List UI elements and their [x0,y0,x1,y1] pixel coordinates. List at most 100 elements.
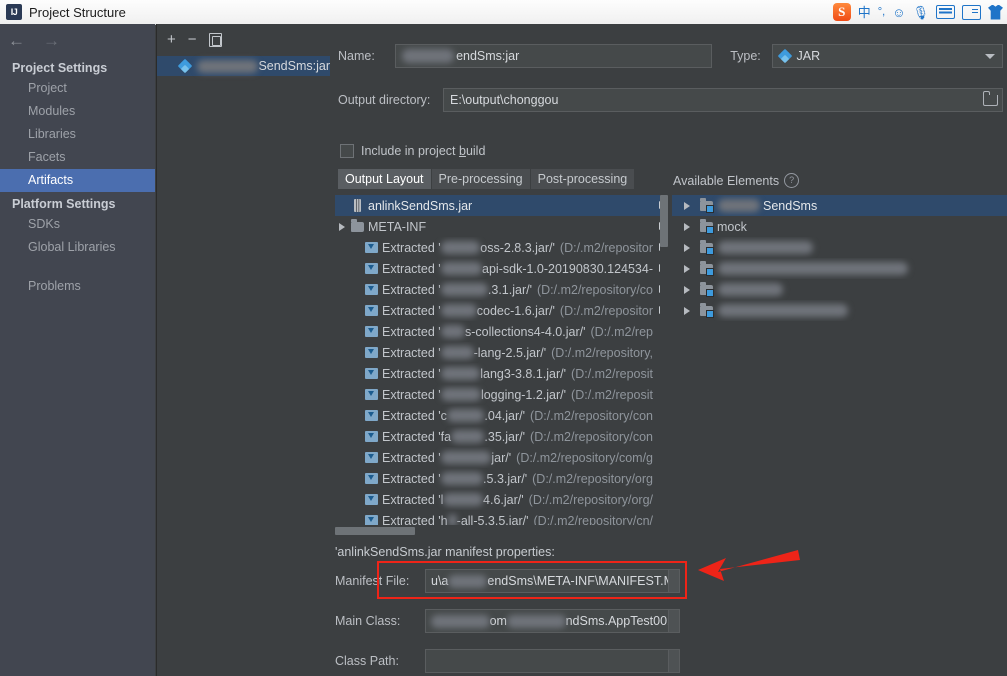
tree-row[interactable]: Extracted ' s-collections4-4.0.jar/' (D:/.… [335,321,667,342]
punctuation-mode-icon[interactable]: °, [878,6,885,18]
tree-row[interactable]: anlinkSendSms.jar [335,195,667,216]
module-folder-icon [698,281,714,297]
available-element-row[interactable] [672,279,1007,300]
sidebar-item-artifacts[interactable]: Artifacts [0,169,155,192]
available-element-row[interactable] [672,237,1007,258]
artifacts-list-panel: + − SendSms:jar [156,24,331,676]
include-in-project-build-row[interactable]: Include in project build [340,144,485,158]
expand-triangle-icon[interactable] [680,285,694,294]
artifact-name-input[interactable]: endSms:jar [395,44,713,68]
tree-row[interactable]: Extracted ' codec-1.6.jar/' (D:/.m2/reposi… [335,300,667,321]
tree-row[interactable]: Extracted 'l 4.6.jar/' (D:/.m2/repository/… [335,489,667,510]
sidebar-item-modules[interactable]: Modules [0,100,155,123]
available-elements-tree[interactable]: SendSms mock [672,195,1007,525]
sidebar-nav-buttons: ← → [0,24,155,56]
tree-row[interactable]: Extracted ' lang3-3.8.1.jar/' (D:/.m2/repo… [335,363,667,384]
sidebar-item-problems[interactable]: Problems [0,275,155,298]
extracted-icon [363,431,379,442]
scrollbar-thumb-horizontal[interactable] [335,527,415,535]
tree-row[interactable]: Extracted ' .5.3.jar/' (D:/.m2/repository/… [335,468,667,489]
tree-row-label: Extracted 'h [382,513,448,526]
list-item[interactable]: SendSms:jar [157,56,330,76]
output-layout-tree[interactable]: anlinkSendSms.jar META-INF Extracted ' oss-… [335,195,667,525]
redacted-text [451,430,485,443]
sidebar-divider [0,259,155,275]
available-element-row[interactable] [672,258,1007,279]
tree-row[interactable]: Extracted 'c .04.jar/' (D:/.m2/repository/… [335,405,667,426]
available-element-label: mock [717,219,747,234]
available-element-row[interactable]: mock [672,216,1007,237]
microphone-icon[interactable]: 🎙 [912,6,929,19]
tree-row-label: META-INF [368,219,427,234]
tab-pre-processing[interactable]: Pre-processing [431,169,531,189]
sidebar-item-facets[interactable]: Facets [0,146,155,169]
copy-artifact-button[interactable] [208,32,222,47]
output-tree-hscrollbar[interactable] [335,527,667,535]
redacted-text [443,493,484,506]
keyboard-icon[interactable] [936,5,955,19]
manifest-file-row: Manifest File: u\a endSms\META-INF\MANIF… [335,569,680,593]
add-artifact-button[interactable]: + [167,32,176,47]
manifest-properties-section: 'anlinkSendSms.jar manifest properties: … [330,537,1007,676]
main-class-input[interactable]: om ndSms.AppTest001 [425,609,680,633]
forward-button[interactable]: → [43,32,60,49]
main-class-browse-button[interactable] [668,610,679,632]
back-button[interactable]: ← [8,32,25,49]
redacted-text [718,304,848,317]
tab-post-processing[interactable]: Post-processing [530,169,636,189]
redacted-text [431,614,490,628]
tree-row[interactable]: Extracted ' logging-1.2.jar/' (D:/.m2/repo… [335,384,667,405]
output-tree-scrollbar[interactable] [660,195,668,525]
available-element-row[interactable]: SendSms [672,195,1007,216]
scrollbar-thumb[interactable] [660,195,668,247]
artifacts-toolbar: + − [157,24,330,51]
tree-row[interactable]: Extracted ' oss-2.8.3.jar/' (D:/.m2/reposi… [335,237,667,258]
tree-row-artifact: s-collections4-4.0.jar/' [464,324,586,339]
redacted-text [718,283,783,296]
available-element-row[interactable] [672,300,1007,321]
manifest-file-input[interactable]: u\a endSms\META-INF\MANIFEST.M [425,569,680,593]
tree-row[interactable]: Extracted ' jar/' (D:/.m2/repository/com/g [335,447,667,468]
sidebar-item-sdks[interactable]: SDKs [0,213,155,236]
manifest-file-value-b: endSms\META-INF\MANIFEST.M [487,574,674,588]
main-class-row: Main Class: om ndSms.AppTest001 [335,609,680,633]
sidebar-item-global-libraries[interactable]: Global Libraries [0,236,155,259]
artifact-type-select[interactable]: JAR [771,44,1003,68]
manifest-file-browse-button[interactable] [668,570,679,592]
expand-triangle-icon[interactable] [680,201,694,210]
business-card-icon[interactable] [962,4,981,20]
extracted-icon [363,284,379,295]
remove-artifact-button[interactable]: − [188,32,197,47]
tree-row-label: Extracted ' [382,240,441,255]
chinese-mode-icon[interactable]: 中 [858,6,871,19]
tree-row[interactable]: Extracted ' .3.1.jar/' (D:/.m2/repository/… [335,279,667,300]
include-in-project-build-checkbox[interactable] [340,144,354,158]
tree-row-path: (D:/.m2/repository/com/g [516,450,653,465]
expand-triangle-icon[interactable] [680,222,694,231]
tree-row[interactable]: Extracted 'fa .35.jar/' (D:/.m2/repository… [335,426,667,447]
redacted-text [440,451,492,464]
type-label: Type: [730,49,761,63]
question-mark-icon[interactable]: ? [784,173,800,188]
emoji-icon[interactable]: ☺ [892,6,905,19]
class-path-input[interactable] [425,649,680,673]
folder-browse-icon[interactable] [982,91,998,106]
expand-triangle-icon[interactable] [680,264,694,273]
expand-triangle-icon[interactable] [680,306,694,315]
skin-icon[interactable] [988,4,1003,20]
redacted-text [440,304,477,317]
expand-triangle-icon[interactable] [335,222,349,231]
tab-output-layout[interactable]: Output Layout [338,169,432,189]
jar-artifact-icon [177,58,193,74]
tree-row[interactable]: Extracted 'h -all-5.3.5.jar/' (D:/.m2/repo… [335,510,667,525]
tree-row[interactable]: Extracted ' -lang-2.5.jar/' (D:/.m2/reposi… [335,342,667,363]
class-path-browse-button[interactable] [668,650,679,672]
tree-row[interactable]: Extracted ' api-sdk-1.0-20190830.124534- [335,258,667,279]
sogou-input-icon[interactable]: S [832,3,851,21]
expand-triangle-icon[interactable] [680,243,694,252]
sidebar-item-libraries[interactable]: Libraries [0,123,155,146]
sidebar-item-project[interactable]: Project [0,77,155,100]
tree-row-artifact: .3.1.jar/' [487,282,532,297]
output-directory-input[interactable]: E:\output\chonggou [443,88,1003,112]
tree-row[interactable]: META-INF [335,216,667,237]
